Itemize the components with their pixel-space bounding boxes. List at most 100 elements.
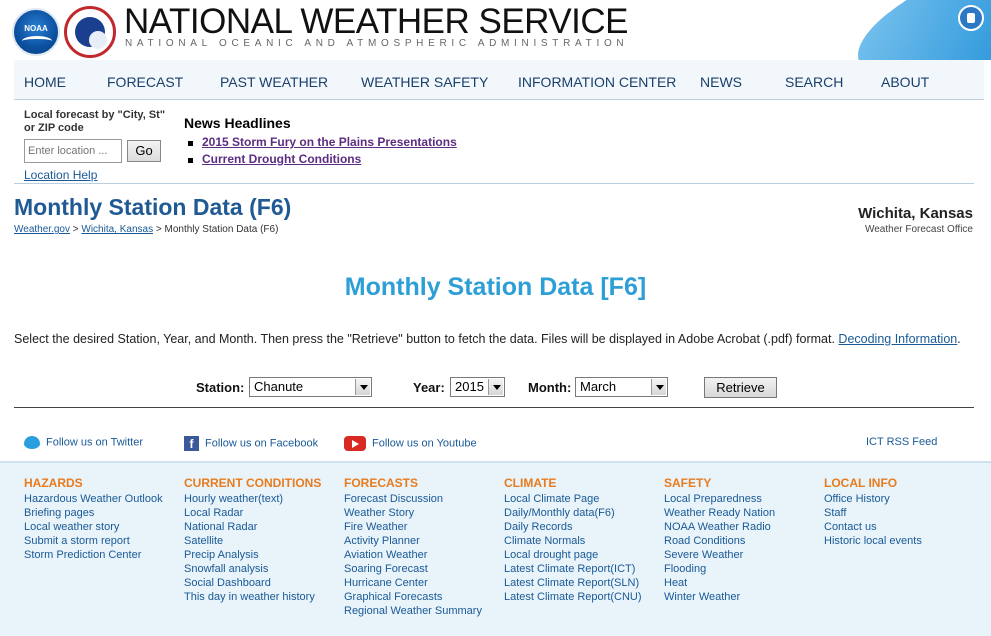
youtube-link[interactable]: Follow us on Youtube — [344, 436, 477, 451]
footer-link[interactable]: Weather Story — [344, 506, 482, 520]
footer-link[interactable]: Graphical Forecasts — [344, 590, 482, 604]
station-label: Station: — [196, 380, 245, 395]
footer-link[interactable]: National Radar — [184, 520, 321, 534]
footer-link[interactable]: Storm Prediction Center — [24, 548, 163, 562]
footer-link[interactable]: Latest Climate Report(ICT) — [504, 562, 642, 576]
footer-link[interactable]: Latest Climate Report(SLN) — [504, 576, 642, 590]
nws-logo-icon[interactable] — [64, 6, 116, 58]
footer-heading[interactable]: SAFETY — [664, 476, 775, 490]
nav-search[interactable]: SEARCH — [785, 74, 843, 90]
divider — [14, 407, 974, 408]
footer-link[interactable]: Daily Records — [504, 520, 642, 534]
go-button[interactable]: Go — [127, 140, 161, 162]
site-title[interactable]: NATIONAL WEATHER SERVICE — [124, 2, 629, 42]
footer-column-forecasts: FORECASTS Forecast Discussion Weather St… — [344, 476, 482, 618]
footer-heading[interactable]: HAZARDS — [24, 476, 163, 490]
footer-heading[interactable]: CLIMATE — [504, 476, 642, 490]
page-title: Monthly Station Data (F6) — [14, 194, 292, 220]
location-input[interactable] — [24, 139, 122, 163]
nav-news[interactable]: NEWS — [700, 74, 742, 90]
instructions-text: Select the desired Station, Year, and Mo… — [14, 332, 961, 346]
footer-link[interactable]: Daily/Monthly data(F6) — [504, 506, 642, 520]
chevron-down-icon[interactable] — [488, 379, 503, 395]
footer-link[interactable]: Briefing pages — [24, 506, 163, 520]
footer-link[interactable]: Local Radar — [184, 506, 321, 520]
footer-link[interactable]: Snowfall analysis — [184, 562, 321, 576]
footer-link[interactable]: Precip Analysis — [184, 548, 321, 562]
footer-link[interactable]: Contact us — [824, 520, 922, 534]
footer-link[interactable]: Winter Weather — [664, 590, 775, 604]
footer-link[interactable]: Flooding — [664, 562, 775, 576]
bullet-icon — [188, 158, 193, 163]
footer-link[interactable]: Local weather story — [24, 520, 163, 534]
footer-heading[interactable]: LOCAL INFO — [824, 476, 922, 490]
footer-link[interactable]: Submit a storm report — [24, 534, 163, 548]
footer-link[interactable]: Aviation Weather — [344, 548, 482, 562]
youtube-icon — [344, 436, 366, 451]
footer-link[interactable]: Historic local events — [824, 534, 922, 548]
footer-link[interactable]: Soaring Forecast — [344, 562, 482, 576]
footer-link[interactable]: Satellite — [184, 534, 321, 548]
nav-information-center[interactable]: INFORMATION CENTER — [518, 74, 676, 90]
noaa-logo-text: NOAA — [24, 24, 48, 33]
nav-past-weather[interactable]: PAST WEATHER — [220, 74, 328, 90]
month-select[interactable]: March — [575, 377, 668, 397]
news-item[interactable]: 2015 Storm Fury on the Plains Presentati… — [184, 134, 457, 151]
footer-link[interactable]: Heat — [664, 576, 775, 590]
footer-link[interactable]: Climate Normals — [504, 534, 642, 548]
twitter-icon — [24, 436, 40, 449]
noaa-logo-icon[interactable]: NOAA — [12, 8, 60, 56]
facebook-icon: f — [184, 436, 199, 451]
footer-link[interactable]: Forecast Discussion — [344, 492, 482, 506]
nav-weather-safety[interactable]: WEATHER SAFETY — [361, 74, 488, 90]
nav-home[interactable]: HOME — [24, 74, 66, 90]
footer-link[interactable]: Road Conditions — [664, 534, 775, 548]
station-select[interactable]: Chanute — [249, 377, 372, 397]
footer-heading[interactable]: FORECASTS — [344, 476, 482, 490]
site-header: NOAA NATIONAL WEATHER SERVICE NATIONAL O… — [0, 0, 991, 60]
footer-link[interactable]: Social Dashboard — [184, 576, 321, 590]
footer-heading[interactable]: CURRENT CONDITIONS — [184, 476, 321, 490]
facebook-link[interactable]: f Follow us on Facebook — [184, 436, 318, 451]
month-label: Month: — [528, 380, 572, 395]
breadcrumb: Weather.gov > Wichita, Kansas > Monthly … — [14, 224, 279, 235]
nav-about[interactable]: ABOUT — [881, 74, 929, 90]
footer-link[interactable]: Regional Weather Summary — [344, 604, 482, 618]
footer-column-hazards: HAZARDS Hazardous Weather Outlook Briefi… — [24, 476, 163, 562]
breadcrumb-weather-gov[interactable]: Weather.gov — [14, 224, 70, 235]
footer-link[interactable]: This day in weather history — [184, 590, 321, 604]
site-footer: HAZARDS Hazardous Weather Outlook Briefi… — [0, 461, 991, 636]
breadcrumb-current: Monthly Station Data (F6) — [164, 224, 279, 235]
year-select[interactable]: 2015 — [450, 377, 505, 397]
twitter-link[interactable]: Follow us on Twitter — [24, 436, 143, 449]
footer-link[interactable]: Local drought page — [504, 548, 642, 562]
decoding-information-link[interactable]: Decoding Information — [838, 332, 957, 346]
footer-link[interactable]: Hazardous Weather Outlook — [24, 492, 163, 506]
chevron-down-icon[interactable] — [355, 379, 370, 395]
footer-link[interactable]: Hurricane Center — [344, 576, 482, 590]
local-forecast-box: Local forecast by "City, St" or ZIP code… — [24, 109, 174, 182]
nav-forecast[interactable]: FORECAST — [107, 74, 183, 90]
footer-link[interactable]: Fire Weather — [344, 520, 482, 534]
footer-link[interactable]: Activity Planner — [344, 534, 482, 548]
footer-link[interactable]: Staff — [824, 506, 922, 520]
footer-link[interactable]: NOAA Weather Radio — [664, 520, 775, 534]
footer-link[interactable]: Local Climate Page — [504, 492, 642, 506]
year-label: Year: — [413, 380, 445, 395]
location-help-link[interactable]: Location Help — [24, 168, 97, 182]
office-name: Wichita, Kansas — [858, 205, 973, 222]
chevron-down-icon[interactable] — [651, 379, 666, 395]
news-item[interactable]: Current Drought Conditions — [184, 151, 457, 168]
footer-link[interactable]: Office History — [824, 492, 922, 506]
footer-link[interactable]: Latest Climate Report(CNU) — [504, 590, 642, 604]
retrieve-button[interactable]: Retrieve — [704, 377, 777, 398]
footer-link[interactable]: Local Preparedness — [664, 492, 775, 506]
footer-link[interactable]: Hourly weather(text) — [184, 492, 321, 506]
rss-link[interactable]: ICT RSS Feed — [866, 436, 937, 448]
commerce-seal-icon[interactable] — [958, 5, 984, 31]
footer-link[interactable]: Weather Ready Nation — [664, 506, 775, 520]
main-heading: Monthly Station Data [F6] — [344, 273, 647, 301]
local-forecast-label: Local forecast by "City, St" or ZIP code — [24, 109, 166, 134]
footer-link[interactable]: Severe Weather — [664, 548, 775, 562]
breadcrumb-wichita[interactable]: Wichita, Kansas — [81, 224, 153, 235]
